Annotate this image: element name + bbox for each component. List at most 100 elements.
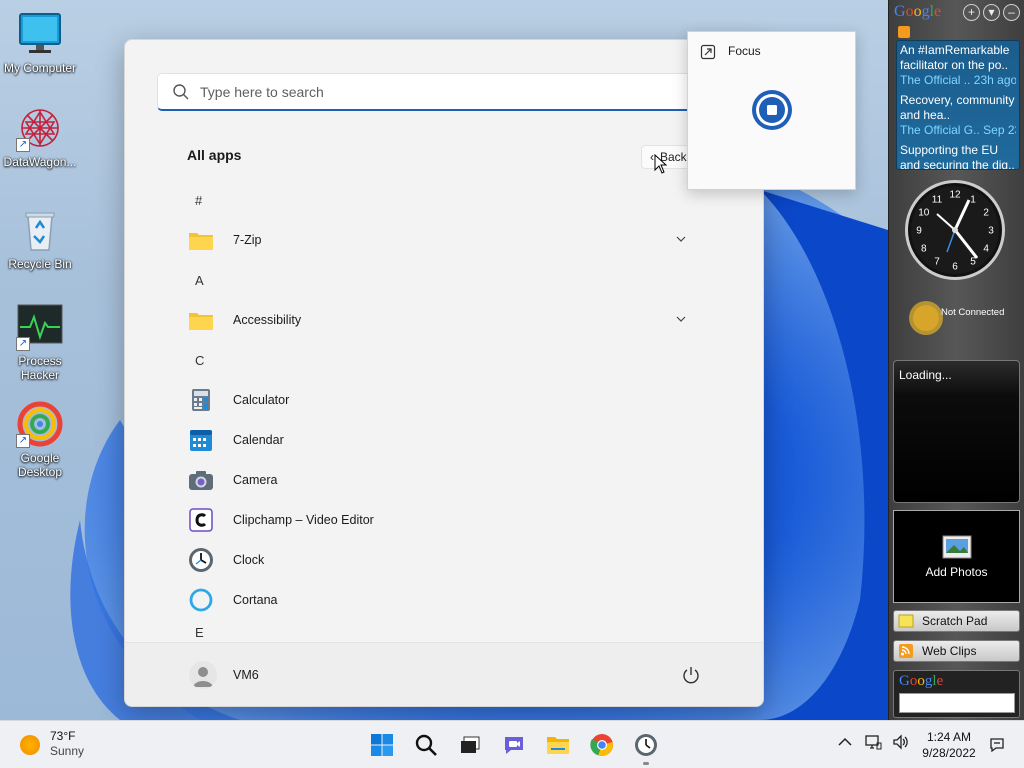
taskbar-time: 1:24 AM xyxy=(926,730,972,744)
chrome-button[interactable] xyxy=(584,727,620,763)
app-name: Accessibility xyxy=(233,313,302,327)
letter-header[interactable]: C xyxy=(181,340,721,380)
news-headline[interactable]: Supporting the EU and securing the dig.. xyxy=(900,143,1016,169)
letter-header[interactable]: # xyxy=(181,180,721,220)
menu-down-icon[interactable]: ▾ xyxy=(983,4,1000,21)
weather-gadget[interactable]: Not Connected xyxy=(904,296,1020,342)
chevron-down-icon[interactable] xyxy=(675,313,687,325)
google-logo-letter: e xyxy=(936,673,944,689)
clock-number: 11 xyxy=(932,194,943,205)
add-gadget-icon[interactable]: + xyxy=(963,4,980,21)
news-item[interactable]: Recovery, community and hea.. The Offici… xyxy=(900,93,1016,138)
taskbar-date: 9/28/2022 xyxy=(922,746,976,760)
google-logo-letter: G xyxy=(899,673,910,689)
folder-icon xyxy=(187,306,215,334)
news-gadget: An #IamRemarkable facilitator on the po.… xyxy=(896,40,1020,170)
google-logo-text: Google xyxy=(894,3,941,20)
app-item-clock[interactable]: Clock xyxy=(181,540,721,580)
all-apps-title: All apps xyxy=(187,147,242,163)
taskbar-clock[interactable]: 1:24 AM 9/28/2022 xyxy=(918,729,980,761)
taskbar-search-button[interactable] xyxy=(408,727,444,763)
shortcut-arrow-icon: ↗ xyxy=(16,434,30,448)
camera-icon xyxy=(187,466,215,494)
desktop-icon-process-hacker[interactable]: ↗ Process Hacker xyxy=(0,303,80,382)
volume-icon[interactable] xyxy=(892,733,910,751)
task-view-icon xyxy=(461,736,480,753)
desktop-icon-label: Process Hacker xyxy=(18,354,62,382)
chevron-down-icon[interactable] xyxy=(675,233,687,245)
desktop-icon-google-desktop[interactable]: ↗ Google Desktop xyxy=(0,400,80,479)
desktop-icon-label: DataWagon... xyxy=(3,155,77,169)
scratch-pad-button[interactable]: Scratch Pad xyxy=(893,610,1020,632)
desktop-icon-datawagon[interactable]: ↗ DataWagon... xyxy=(0,104,80,169)
app-item-calendar[interactable]: Calendar xyxy=(181,420,721,460)
expand-icon[interactable] xyxy=(700,44,716,60)
weather-condition: Sunny xyxy=(50,744,85,758)
letter-label: A xyxy=(195,272,204,288)
file-explorer-button[interactable] xyxy=(540,727,576,763)
monitor-icon xyxy=(16,10,64,58)
taskbar-weather[interactable]: 73°F Sunny xyxy=(20,729,84,759)
desktop-icon-label: My Computer xyxy=(3,61,77,75)
news-source: The Official G.. Sep 23 xyxy=(900,123,1016,137)
app-name: Calendar xyxy=(233,433,284,447)
app-item-camera[interactable]: Camera xyxy=(181,460,721,500)
app-item-clipchamp[interactable]: Clipchamp – Video Editor xyxy=(181,500,721,540)
search-input[interactable] xyxy=(200,83,680,100)
user-name[interactable]: VM6 xyxy=(233,668,259,682)
app-name: Calculator xyxy=(233,393,290,407)
app-item-7zip[interactable]: 7-Zip xyxy=(181,220,721,260)
calculator-icon xyxy=(187,386,215,414)
desktop-icon-recycle-bin[interactable]: Recycle Bin xyxy=(0,206,80,271)
photos-gadget[interactable]: Add Photos xyxy=(893,510,1020,603)
mouse-cursor-icon xyxy=(654,153,668,174)
clock-number: 9 xyxy=(916,226,922,237)
start-search-box[interactable] xyxy=(157,73,717,111)
letter-header[interactable]: A xyxy=(181,260,721,300)
google-logo-letter: G xyxy=(894,3,906,20)
clock-number: 4 xyxy=(983,244,989,255)
news-source: The Official .. 23h ago xyxy=(900,73,1016,87)
teams-chat-button[interactable] xyxy=(496,727,532,763)
clock-number: 10 xyxy=(918,208,930,219)
start-button[interactable] xyxy=(364,727,400,763)
minimize-icon[interactable]: – xyxy=(1003,4,1020,21)
shortcut-arrow-icon: ↗ xyxy=(16,138,30,152)
web-clips-button[interactable]: Web Clips xyxy=(893,640,1020,662)
datawagon-icon: ↗ xyxy=(16,104,64,152)
google-logo: Google xyxy=(894,3,941,21)
loading-text: Loading... xyxy=(899,368,952,382)
news-item[interactable]: An #IamRemarkable facilitator on the po.… xyxy=(900,43,1016,88)
app-item-cortana[interactable]: Cortana xyxy=(181,580,721,620)
sun-icon xyxy=(909,301,943,335)
news-item[interactable]: Supporting the EU and securing the dig.. xyxy=(900,143,1016,169)
focus-title: Focus xyxy=(728,44,761,58)
weather-status: Not Connected xyxy=(941,307,1005,318)
chevron-up-icon[interactable] xyxy=(836,733,854,751)
add-photos-label[interactable]: Add Photos xyxy=(894,565,1019,579)
app-item-accessibility[interactable]: Accessibility xyxy=(181,300,721,340)
letter-label: # xyxy=(195,192,203,208)
start-menu: All apps ‹ Back # 7-Zip A Accessibility … xyxy=(124,39,764,707)
stop-focus-button[interactable] xyxy=(751,89,793,131)
app-name: Clock xyxy=(233,553,265,567)
app-item-calculator[interactable]: Calculator xyxy=(181,380,721,420)
network-icon[interactable] xyxy=(864,733,882,751)
letter-header[interactable]: E xyxy=(181,620,721,640)
loading-gadget: Loading... xyxy=(893,360,1020,503)
scratch-pad-label: Scratch Pad xyxy=(922,614,988,628)
power-icon[interactable] xyxy=(681,665,701,685)
desktop-icon-my-computer[interactable]: My Computer xyxy=(0,10,80,75)
task-view-button[interactable] xyxy=(452,727,488,763)
search-icon xyxy=(172,83,190,101)
avatar[interactable] xyxy=(189,661,217,689)
calendar-icon xyxy=(187,426,215,454)
clock-app-button[interactable] xyxy=(628,727,664,765)
clock-number: 6 xyxy=(952,262,958,273)
google-logo-letter: g xyxy=(921,3,930,20)
news-headline[interactable]: Recovery, community and hea.. xyxy=(900,93,1016,123)
clock-number: 2 xyxy=(983,208,989,219)
notification-icon[interactable] xyxy=(988,736,1006,754)
news-headline[interactable]: An #IamRemarkable facilitator on the po.… xyxy=(900,43,1016,73)
google-search-input[interactable] xyxy=(899,693,1015,713)
